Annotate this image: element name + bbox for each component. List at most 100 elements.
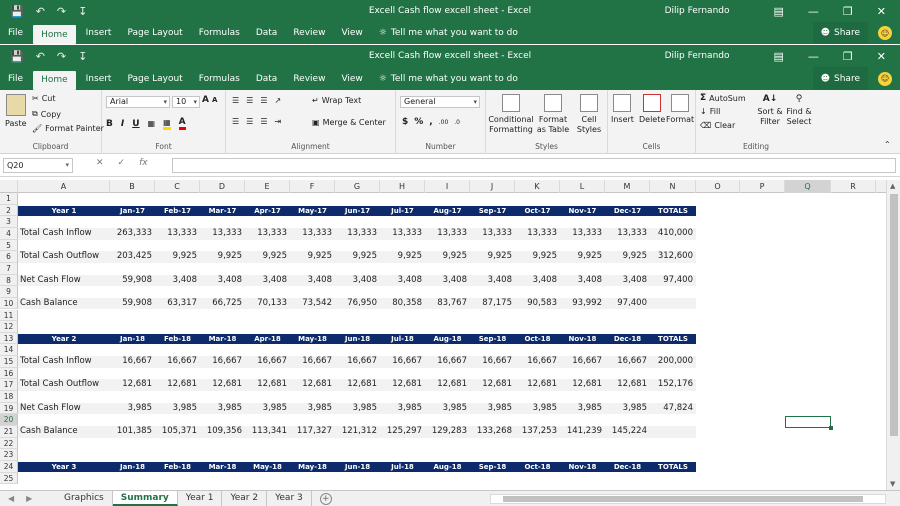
row-label[interactable]: Total Cash Outflow [18, 379, 110, 391]
align-right-icon[interactable]: ☰ [260, 117, 267, 126]
row-label[interactable]: Total Cash Outflow [18, 251, 110, 263]
row-header[interactable]: 25 [0, 472, 18, 485]
column-header-p[interactable]: P [740, 180, 785, 193]
value-cell[interactable]: 16,667 [380, 356, 425, 368]
percent-icon[interactable]: % [414, 117, 423, 127]
restore-icon[interactable]: ❐ [843, 50, 853, 63]
row-label[interactable]: Net Cash Flow [18, 275, 110, 287]
row-header[interactable]: 20 [0, 414, 18, 426]
row-header[interactable]: 13 [0, 332, 18, 345]
column-header-d[interactable]: D [200, 180, 245, 193]
value-cell[interactable]: 3,408 [425, 275, 470, 287]
share-button[interactable]: ☻ Share [812, 67, 868, 90]
row-header[interactable]: 21 [0, 426, 18, 438]
wrap-text-button[interactable]: ↵ Wrap Text [312, 96, 361, 105]
close-icon[interactable]: ✕ [877, 5, 886, 18]
value-cell[interactable]: 117,327 [290, 426, 335, 438]
value-cell[interactable]: 16,667 [605, 356, 650, 368]
row-header[interactable]: 22 [0, 437, 18, 450]
row-header[interactable]: 2 [0, 204, 18, 217]
total-cell[interactable]: 200,000 [650, 356, 696, 368]
row-label[interactable]: Cash Balance [18, 298, 110, 310]
customize-qat-icon[interactable]: ↧ [78, 5, 87, 18]
row-label[interactable]: Total Cash Inflow [18, 228, 110, 240]
format-as-table-button[interactable]: Format as Table [535, 94, 571, 135]
total-cell[interactable] [650, 426, 696, 438]
row-label[interactable]: Total Cash Inflow [18, 356, 110, 368]
cell-styles-button[interactable]: Cell Styles [573, 94, 605, 135]
increase-decimal-icon[interactable]: .00 [439, 119, 449, 126]
sheet-tab-graphics[interactable]: Graphics [56, 491, 113, 506]
column-header-m[interactable]: M [605, 180, 650, 193]
value-cell[interactable]: 13,333 [200, 228, 245, 240]
tab-page-layout[interactable]: Page Layout [119, 67, 190, 90]
value-cell[interactable]: 13,333 [605, 228, 650, 240]
row-header[interactable]: 19 [0, 402, 18, 415]
value-cell[interactable]: 129,283 [425, 426, 470, 438]
indent-icon[interactable]: ⇥ [275, 117, 282, 126]
tab-view[interactable]: View [333, 67, 370, 90]
select-all-corner[interactable] [0, 180, 18, 193]
column-header-e[interactable]: E [245, 180, 290, 193]
fill-button[interactable]: ↓ Fill [700, 107, 720, 116]
value-cell[interactable]: 3,985 [515, 403, 560, 415]
font-size-select[interactable]: 10 [172, 96, 200, 108]
vertical-scrollbar[interactable]: ▲ ▼ [886, 180, 900, 490]
value-cell[interactable]: 12,681 [335, 379, 380, 391]
horizontal-scrollbar[interactable] [490, 494, 886, 504]
value-cell[interactable]: 3,985 [560, 403, 605, 415]
row-header[interactable]: 12 [0, 321, 18, 333]
sheet-tab-summary[interactable]: Summary [112, 491, 178, 506]
value-cell[interactable]: 16,667 [110, 356, 155, 368]
value-cell[interactable]: 12,681 [200, 379, 245, 391]
user-name[interactable]: Dilip Fernando [665, 6, 730, 16]
undo-icon[interactable]: ↶ [36, 5, 45, 18]
value-cell[interactable]: 13,333 [290, 228, 335, 240]
formula-input[interactable] [172, 158, 896, 173]
row-header[interactable]: 14 [0, 344, 18, 357]
format-cells-button[interactable]: Format [666, 94, 694, 124]
value-cell[interactable]: 66,725 [200, 298, 245, 310]
value-cell[interactable]: 83,767 [425, 298, 470, 310]
column-header-k[interactable]: K [515, 180, 560, 193]
merge-center-button[interactable]: ▣ Merge & Center [312, 118, 386, 127]
value-cell[interactable]: 12,681 [470, 379, 515, 391]
value-cell[interactable]: 93,992 [560, 298, 605, 310]
row-header[interactable]: 23 [0, 449, 18, 461]
tab-review[interactable]: Review [285, 67, 333, 90]
comma-icon[interactable]: , [429, 117, 432, 127]
value-cell[interactable]: 12,681 [380, 379, 425, 391]
value-cell[interactable]: 16,667 [335, 356, 380, 368]
value-cell[interactable]: 13,333 [155, 228, 200, 240]
value-cell[interactable]: 9,925 [560, 251, 605, 263]
minimize-icon[interactable]: — [808, 5, 819, 18]
value-cell[interactable]: 133,268 [470, 426, 515, 438]
undo-icon[interactable]: ↶ [36, 50, 45, 63]
tell-me-box[interactable]: ☼ Tell me what you want to do [379, 74, 518, 84]
row-header[interactable]: 3 [0, 216, 18, 228]
value-cell[interactable]: 9,925 [380, 251, 425, 263]
value-cell[interactable]: 263,333 [110, 228, 155, 240]
row-header[interactable]: 24 [0, 460, 18, 473]
value-cell[interactable]: 70,133 [245, 298, 290, 310]
tab-insert[interactable]: Insert [78, 67, 120, 90]
value-cell[interactable]: 9,925 [245, 251, 290, 263]
value-cell[interactable]: 16,667 [515, 356, 560, 368]
paste-button[interactable]: Paste [5, 94, 27, 128]
column-header-b[interactable]: B [110, 180, 155, 193]
horizontal-scroll-thumb[interactable] [503, 496, 863, 502]
value-cell[interactable]: 13,333 [515, 228, 560, 240]
scroll-down-icon[interactable]: ▼ [890, 480, 895, 488]
value-cell[interactable]: 3,985 [110, 403, 155, 415]
tell-me-box[interactable]: ☼ Tell me what you want to do [379, 28, 518, 38]
value-cell[interactable]: 16,667 [290, 356, 335, 368]
value-cell[interactable]: 13,333 [560, 228, 605, 240]
value-cell[interactable]: 13,333 [425, 228, 470, 240]
value-cell[interactable]: 87,175 [470, 298, 515, 310]
minimize-icon[interactable]: — [808, 50, 819, 63]
column-header-f[interactable]: F [290, 180, 335, 193]
value-cell[interactable]: 12,681 [425, 379, 470, 391]
format-painter-button[interactable]: 🖌 Format Painter [32, 124, 104, 133]
restore-icon[interactable]: ❐ [843, 5, 853, 18]
value-cell[interactable]: 16,667 [560, 356, 605, 368]
